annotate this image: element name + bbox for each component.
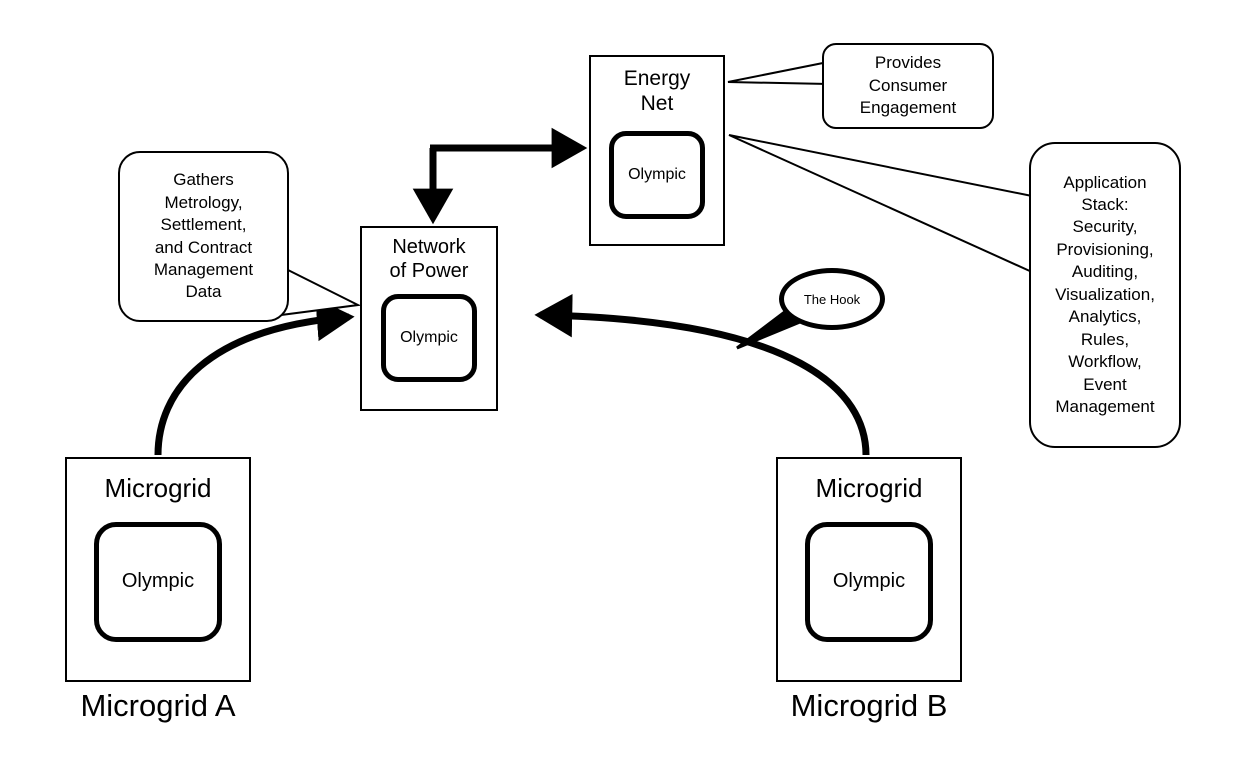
node-microgrid-b-title: Microgrid	[815, 473, 923, 503]
caption-microgrid-a: Microgrid A	[80, 688, 236, 723]
leader-appstack-callout	[728, 134, 1033, 273]
connector-microgrid-b-to-network	[534, 293, 870, 456]
node-microgrid-b[interactable]: Microgrid Olympic	[776, 457, 962, 682]
node-microgrid-a[interactable]: Microgrid Olympic	[65, 457, 251, 682]
node-energy-net-title: Energy Net	[623, 67, 691, 115]
connector-microgrid-a-to-network	[154, 297, 355, 456]
node-microgrid-a-title: Microgrid	[104, 473, 212, 503]
node-microgrid-b-olympic-chip[interactable]: Olympic	[805, 521, 933, 642]
caption-microgrid-b: Microgrid B	[790, 688, 948, 723]
callout-gathers-data[interactable]: Gathers Metrology, Settlement, and Contr…	[118, 151, 289, 322]
callout-application-stack[interactable]: Application Stack: Security, Provisionin…	[1029, 142, 1181, 448]
leader-provides-callout	[727, 61, 830, 85]
node-energy-net-olympic-chip[interactable]: Olympic	[609, 130, 705, 219]
node-energy-net[interactable]: Energy Net Olympic	[589, 55, 725, 246]
bubble-the-hook[interactable]: The Hook	[779, 268, 885, 330]
node-network-of-power-title: Network of Power	[389, 236, 469, 282]
node-network-of-power-olympic-chip[interactable]: Olympic	[381, 294, 477, 383]
diagram-canvas: Energy Net Olympic Network of Power Olym…	[0, 0, 1240, 759]
callout-provides-consumer-engagement[interactable]: Provides Consumer Engagement	[822, 43, 994, 129]
node-microgrid-a-olympic-chip[interactable]: Olympic	[94, 521, 222, 642]
node-network-of-power[interactable]: Network of Power Olympic	[360, 226, 498, 411]
